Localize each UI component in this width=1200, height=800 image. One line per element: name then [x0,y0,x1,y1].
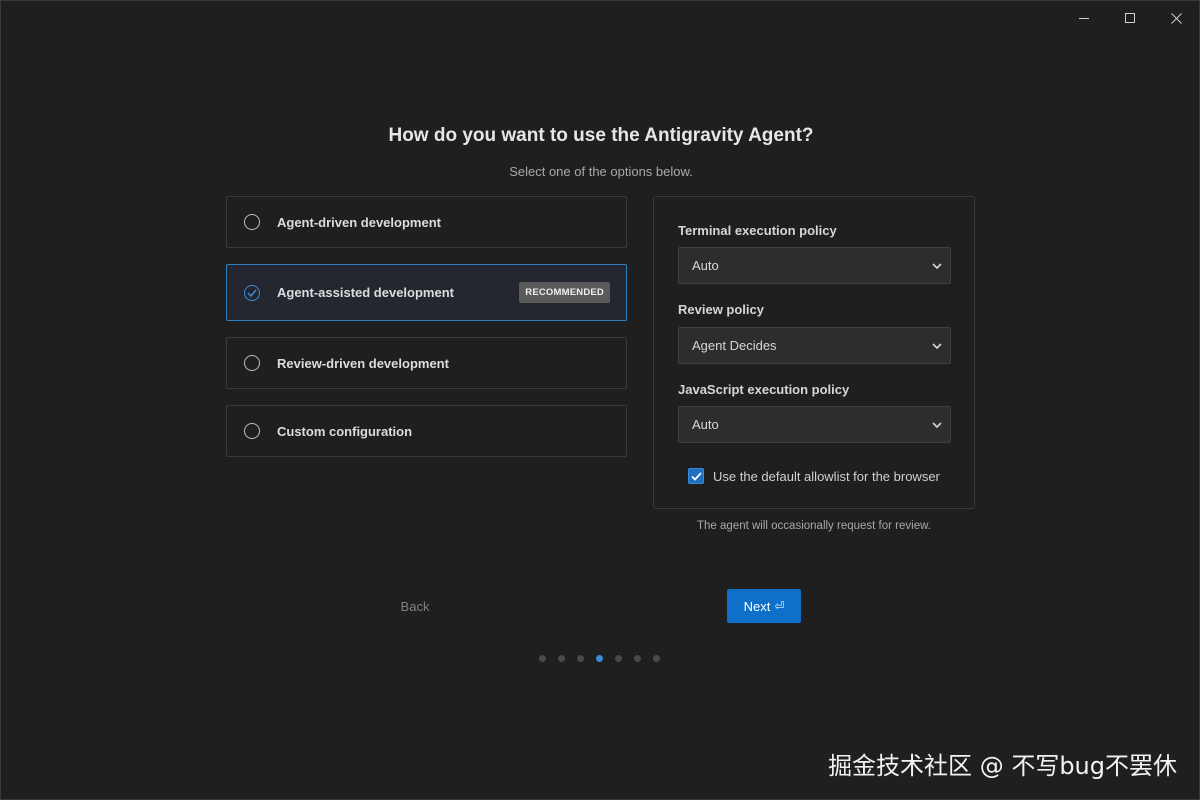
watermark: 掘金技术社区 @ 不写bug不罢休 [828,752,1177,780]
terminal-policy-label: Terminal execution policy [678,223,837,238]
option-label: Agent-driven development [277,214,441,230]
javascript-policy-select[interactable]: Auto [678,406,951,443]
step-dot [653,655,660,662]
select-value: Agent Decides [692,338,777,353]
next-label: Next [743,598,771,614]
radio-icon[interactable] [244,355,260,371]
step-dot [539,655,546,662]
option-label: Review-driven development [277,355,449,371]
step-dot [577,655,584,662]
enter-key-icon: ⏎ [774,599,785,613]
recommended-badge: RECOMMENDED [519,282,610,303]
step-indicator [539,655,672,662]
option-label: Agent-assisted development [277,285,454,300]
radio-checked-icon[interactable] [244,284,260,301]
option-custom-configuration[interactable]: Custom configuration [226,405,627,457]
allowlist-label: Use the default allowlist for the browse… [713,468,940,484]
policy-settings-panel: Terminal execution policy Auto Review po… [653,196,975,509]
step-dot [558,655,565,662]
maximize-button[interactable] [1107,1,1153,35]
option-agent-assisted[interactable]: Agent-assisted development RECOMMENDED [226,264,627,321]
back-button[interactable]: Back [385,599,445,614]
select-value: Auto [692,417,719,432]
step-dot [615,655,622,662]
maximize-icon [1124,12,1135,23]
close-button[interactable] [1153,1,1199,35]
page-title: How do you want to use the Antigravity A… [388,125,814,146]
review-policy-label: Review policy [678,302,764,317]
step-dot [634,655,641,662]
allowlist-checkbox-row[interactable]: Use the default allowlist for the browse… [688,468,940,484]
checkmark-icon [690,471,702,481]
terminal-policy-select[interactable]: Auto [678,247,951,284]
window-controls [1061,1,1199,35]
chevron-down-icon [932,421,942,428]
minimize-button[interactable] [1061,1,1107,35]
minimize-icon [1078,17,1089,19]
chevron-down-icon [932,342,942,349]
javascript-policy-label: JavaScript execution policy [678,382,850,397]
option-agent-driven[interactable]: Agent-driven development [226,196,627,248]
checkmark-icon [247,289,257,297]
select-value: Auto [692,258,719,273]
close-icon [1170,12,1182,24]
next-button[interactable]: Next ⏎ [727,589,801,623]
page-subtitle: Select one of the options below. [509,164,693,179]
radio-icon[interactable] [244,423,260,439]
option-description: The agent will occasionally request for … [697,520,931,532]
allowlist-checkbox[interactable] [688,468,704,484]
radio-icon[interactable] [244,214,260,230]
option-label: Custom configuration [277,423,413,439]
option-review-driven[interactable]: Review-driven development [226,337,627,389]
chevron-down-icon [932,262,942,269]
review-policy-select[interactable]: Agent Decides [678,327,951,364]
app-window: How do you want to use the Antigravity A… [0,0,1200,800]
step-dot-active [596,655,603,662]
